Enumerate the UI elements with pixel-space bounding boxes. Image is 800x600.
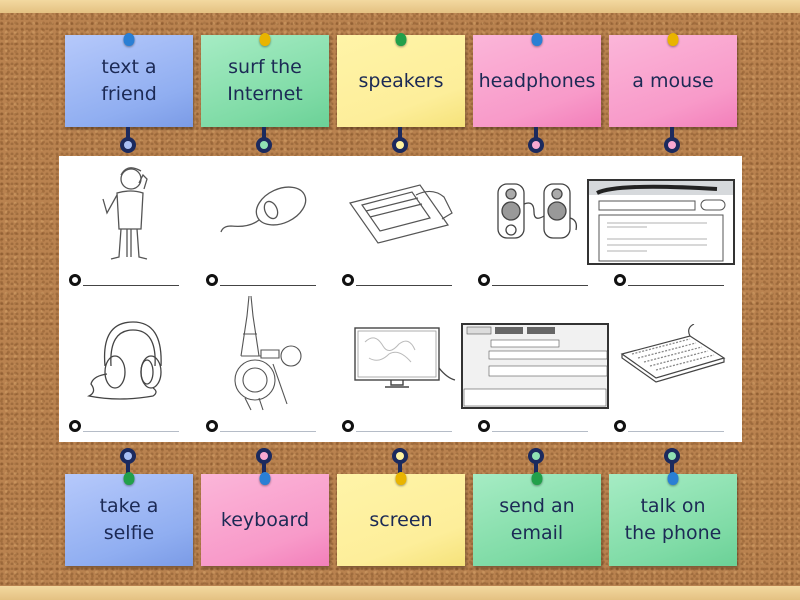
draggable-card-text-a-friend[interactable]: text a friend <box>65 33 193 127</box>
monitor-screen-icon <box>342 306 460 411</box>
connector-dot <box>124 452 132 460</box>
corkboard-frame-bottom <box>0 586 800 600</box>
connector-dot <box>260 141 268 149</box>
card-label: keyboard <box>220 508 310 531</box>
slot-line <box>83 431 179 432</box>
card-label: take a selfie <box>99 495 159 544</box>
draggable-card-send-an-email[interactable]: send an email <box>473 472 601 566</box>
answer-drop-slot[interactable] <box>614 419 726 435</box>
answer-drop-slot[interactable] <box>478 273 590 289</box>
draggable-card-screen[interactable]: screen <box>337 472 465 566</box>
slot-line <box>220 285 316 286</box>
worksheet-image <box>59 156 742 442</box>
email-compose-window-icon <box>460 322 610 410</box>
slot-line <box>356 431 452 432</box>
answer-drop-slot[interactable] <box>342 419 454 435</box>
answer-drop-slot[interactable] <box>69 273 181 289</box>
slot-marker <box>342 274 354 286</box>
answer-drop-slot[interactable] <box>478 419 590 435</box>
card-connector-handle[interactable] <box>527 127 545 155</box>
draggable-card-keyboard[interactable]: keyboard <box>201 472 329 566</box>
connector-dot <box>124 141 132 149</box>
pushpin-icon <box>531 472 543 485</box>
speakers-icon <box>478 160 596 265</box>
pushpin-icon <box>395 472 407 485</box>
card-label: screen <box>369 508 433 531</box>
slot-marker <box>478 420 490 432</box>
slot-marker <box>206 420 218 432</box>
worksheet-cell <box>59 156 194 299</box>
worksheet-cell <box>332 302 467 445</box>
slot-line <box>492 431 588 432</box>
slot-marker <box>614 274 626 286</box>
pushpin-icon <box>123 472 135 485</box>
slot-line <box>220 431 316 432</box>
worksheet-cell <box>59 302 194 445</box>
draggable-card-surf-the-internet[interactable]: surf the Internet <box>201 33 329 127</box>
slot-line <box>356 285 452 286</box>
typing-on-tablet-icon <box>342 160 460 265</box>
answer-drop-slot[interactable] <box>614 273 726 289</box>
web-search-page-icon <box>586 178 736 268</box>
draggable-card-take-a-selfie[interactable]: take a selfie <box>65 472 193 566</box>
draggable-card-speakers[interactable]: speakers <box>337 33 465 127</box>
answer-drop-slot[interactable] <box>206 419 318 435</box>
slot-marker <box>342 420 354 432</box>
pushpin-icon <box>667 472 679 485</box>
draggable-card-headphones[interactable]: headphones <box>473 33 601 127</box>
answer-drop-slot[interactable] <box>206 273 318 289</box>
slot-marker <box>478 274 490 286</box>
slot-marker <box>69 274 81 286</box>
worksheet-cell <box>196 295 331 445</box>
worksheet-cell <box>468 156 603 299</box>
slot-line <box>628 285 724 286</box>
card-connector-handle[interactable] <box>119 127 137 155</box>
pushpin-icon <box>123 33 135 46</box>
connector-dot <box>396 452 404 460</box>
connector-dot <box>260 452 268 460</box>
card-label: speakers <box>358 69 444 92</box>
pushpin-icon <box>531 33 543 46</box>
connector-dot <box>668 141 676 149</box>
card-connector-handle[interactable] <box>391 127 409 155</box>
slot-marker <box>69 420 81 432</box>
pushpin-icon <box>395 33 407 46</box>
card-label: a mouse <box>632 69 714 92</box>
worksheet-cell <box>332 156 467 299</box>
answer-drop-slot[interactable] <box>342 273 454 289</box>
card-label: surf the Internet <box>227 56 303 105</box>
card-connector-handle[interactable] <box>663 127 681 155</box>
connector-dot <box>532 141 540 149</box>
slot-marker <box>206 274 218 286</box>
selfie-eiffel-tower-icon <box>206 294 324 412</box>
slot-line <box>628 431 724 432</box>
computer-mouse-icon <box>206 160 324 265</box>
worksheet-cell <box>587 156 739 299</box>
card-connector-handle[interactable] <box>255 127 273 155</box>
draggable-card-talk-on-the-phone[interactable]: talk on the phone <box>609 472 737 566</box>
card-label: headphones <box>478 69 596 92</box>
slot-marker <box>614 420 626 432</box>
headphones-icon <box>69 306 187 411</box>
worksheet-cell <box>196 156 331 299</box>
corkboard-frame-top <box>0 0 800 13</box>
slot-line <box>83 285 179 286</box>
slot-line <box>492 285 588 286</box>
card-label: send an email <box>499 495 575 544</box>
person-on-phone-icon <box>69 160 187 265</box>
connector-dot <box>396 141 404 149</box>
pushpin-icon <box>259 33 271 46</box>
connector-dot <box>532 452 540 460</box>
pushpin-icon <box>259 472 271 485</box>
worksheet-cell <box>461 302 609 445</box>
connector-dot <box>668 452 676 460</box>
draggable-card-a-mouse[interactable]: a mouse <box>609 33 737 127</box>
keyboard-icon <box>614 306 732 411</box>
answer-drop-slot[interactable] <box>69 419 181 435</box>
card-label: talk on the phone <box>624 495 722 544</box>
card-label: text a friend <box>101 56 157 105</box>
worksheet-cell <box>604 302 739 445</box>
pushpin-icon <box>667 33 679 46</box>
